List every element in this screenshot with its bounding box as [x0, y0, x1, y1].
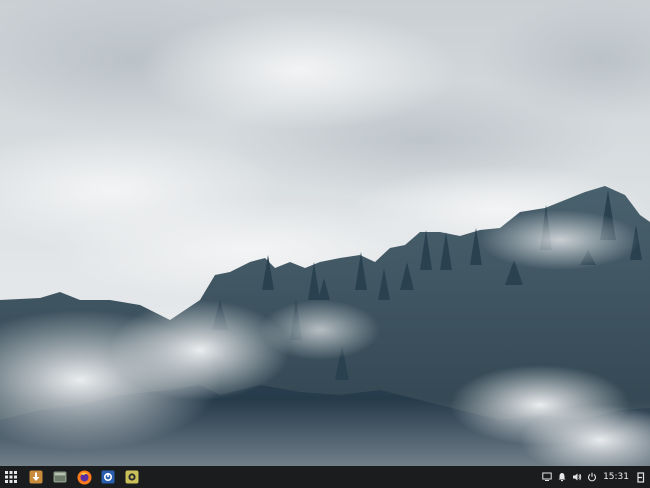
- settings-button[interactable]: [120, 466, 144, 488]
- folder-icon: [53, 470, 67, 484]
- settings-icon: [125, 470, 139, 484]
- control-center-icon: [101, 470, 115, 484]
- notification-bell-icon: [557, 472, 567, 482]
- download-box-icon: [29, 470, 43, 484]
- notifications-button[interactable]: [554, 466, 569, 488]
- power-icon: [587, 472, 597, 482]
- display-icon: [542, 472, 552, 482]
- display-button[interactable]: [539, 466, 554, 488]
- pinned-apps: [24, 466, 144, 488]
- system-tray: 15:31: [539, 466, 650, 488]
- desktop[interactable]: [0, 0, 650, 466]
- volume-icon: [572, 472, 582, 482]
- control-center-button[interactable]: [96, 466, 120, 488]
- show-desktop-icon: [637, 472, 645, 483]
- firefox-icon: [77, 470, 92, 485]
- app-menu-button[interactable]: [0, 466, 22, 488]
- grid-icon: [5, 471, 17, 483]
- taskbar: 15:31: [0, 466, 650, 488]
- wallpaper-misty-forest: [0, 0, 650, 466]
- clock[interactable]: 15:31: [599, 466, 634, 488]
- software-installer-button[interactable]: [24, 466, 48, 488]
- firefox-button[interactable]: [72, 466, 96, 488]
- file-manager-button[interactable]: [48, 466, 72, 488]
- show-desktop-button[interactable]: [634, 466, 648, 488]
- power-button[interactable]: [584, 466, 599, 488]
- volume-button[interactable]: [569, 466, 584, 488]
